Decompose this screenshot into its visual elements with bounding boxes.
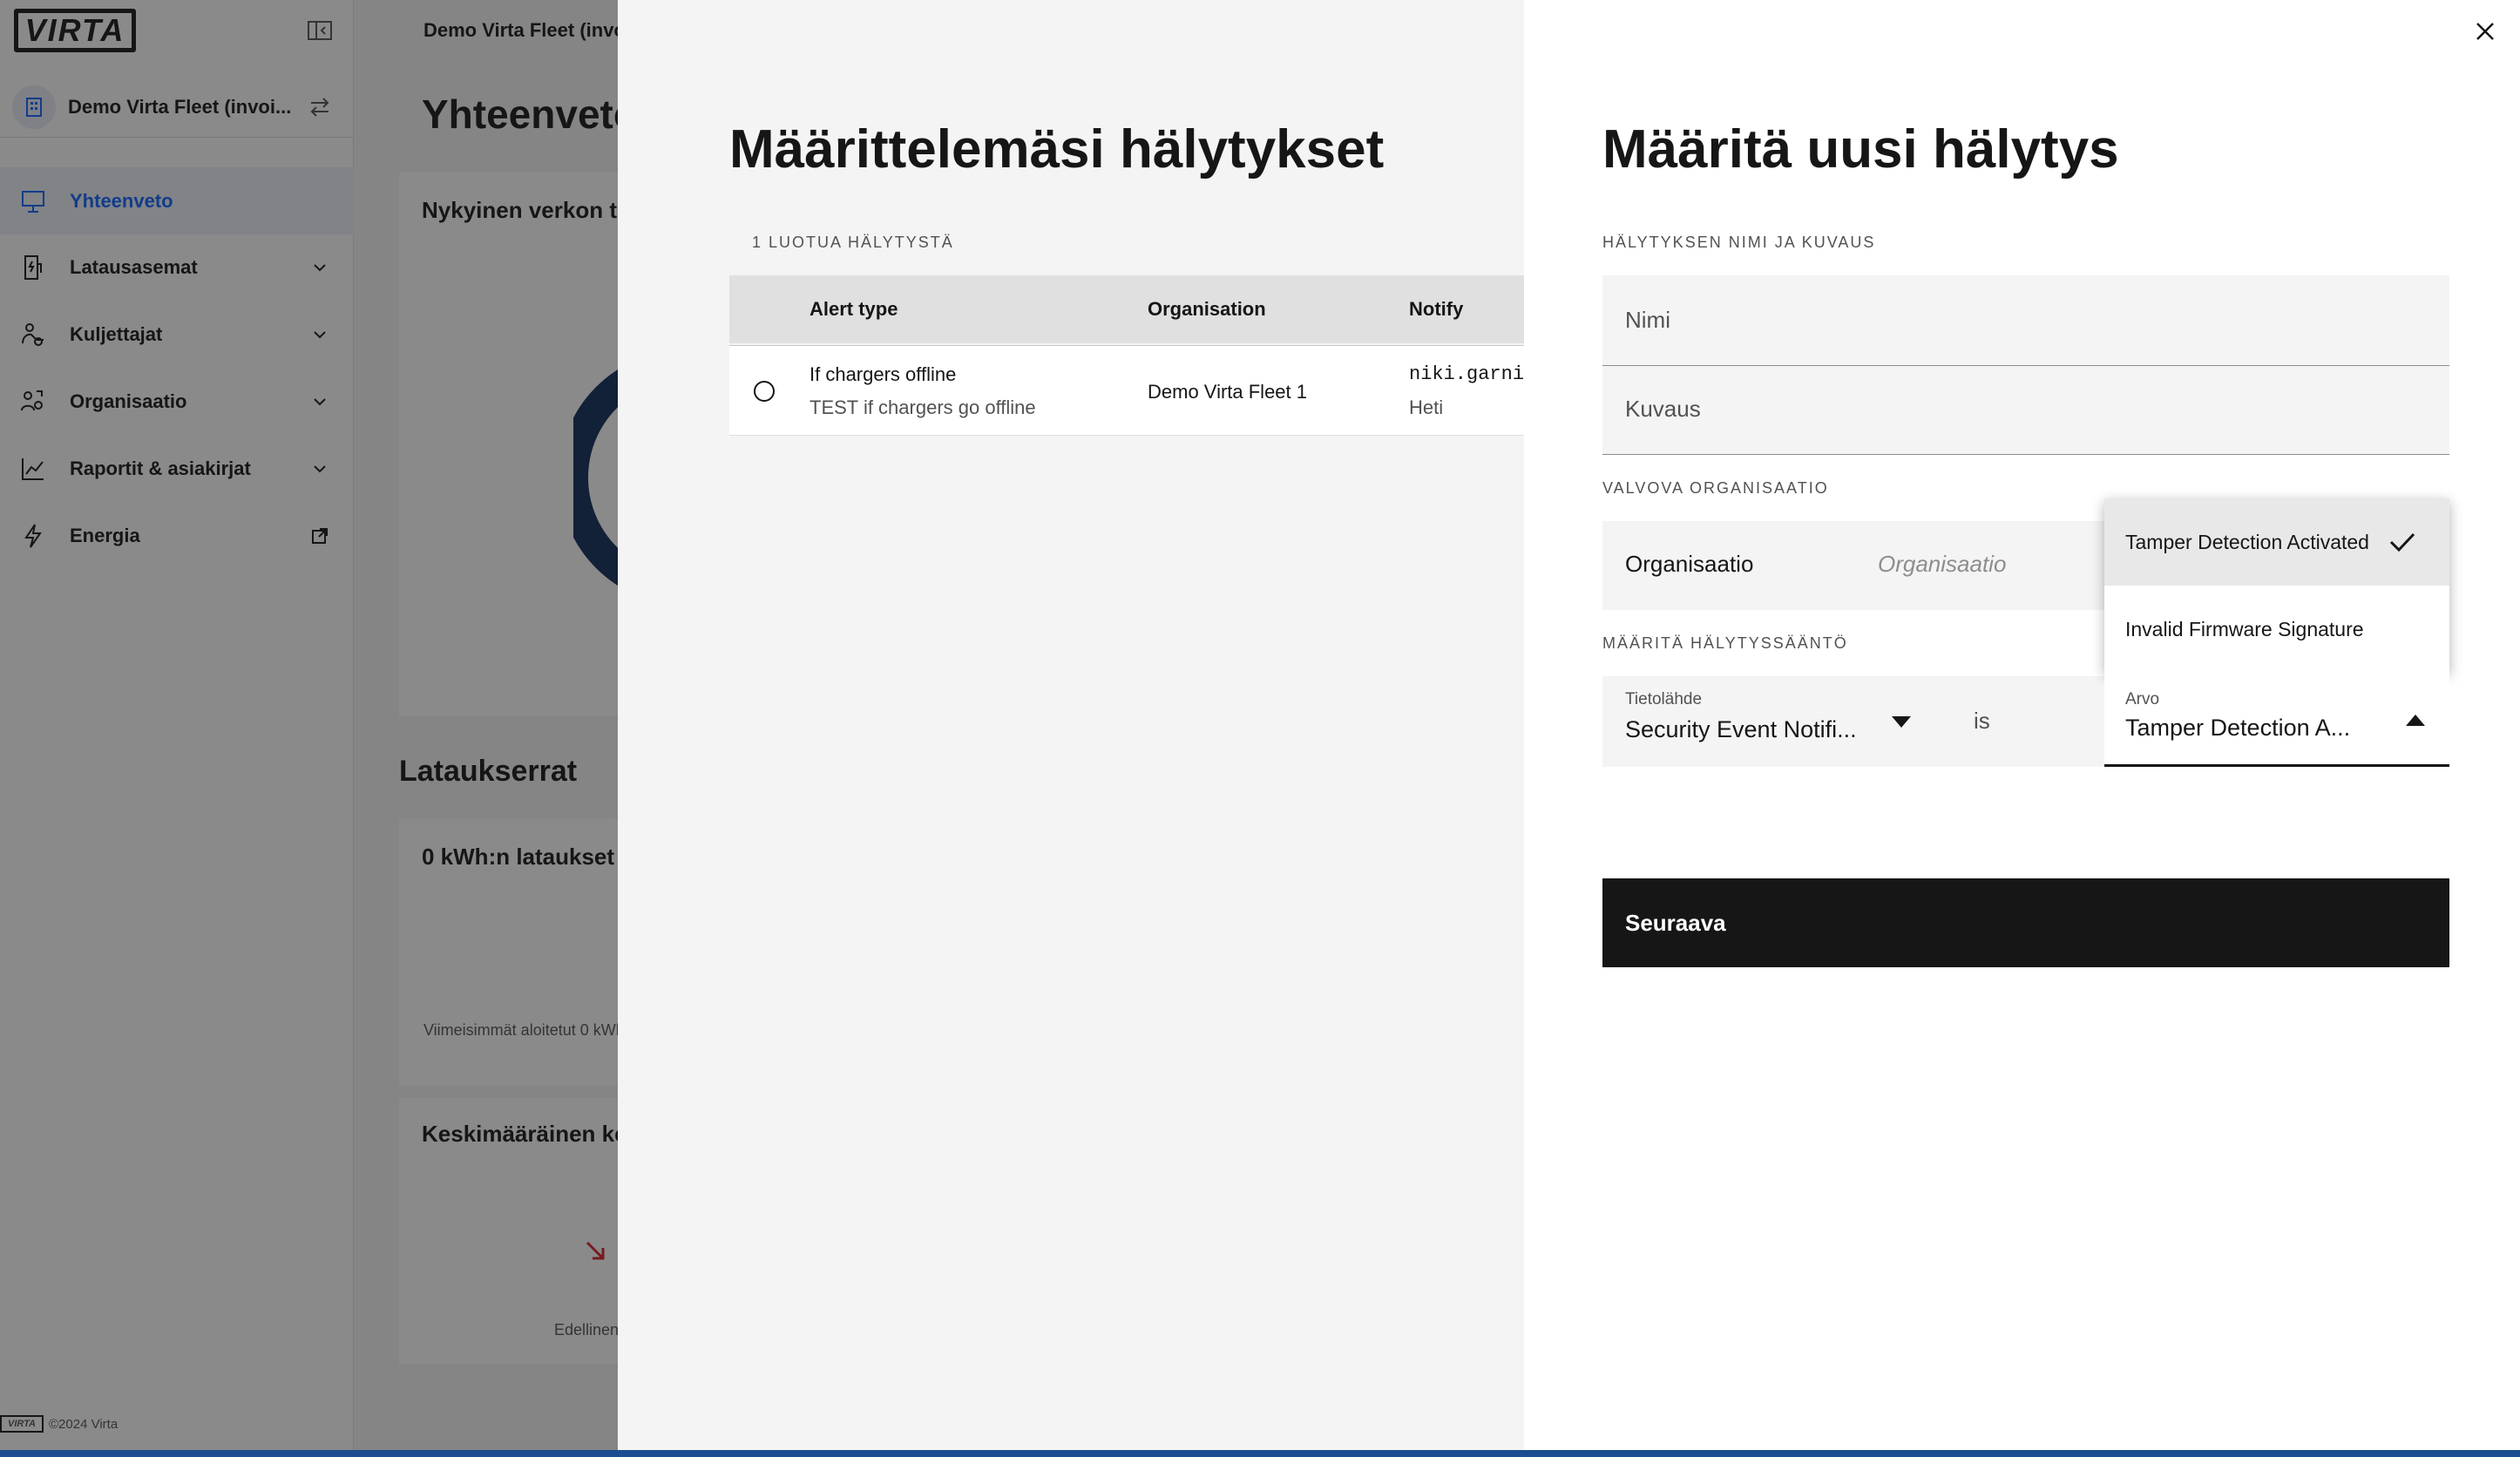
notify-timing-cell: Heti xyxy=(1409,396,1444,418)
value-dropdown-menu: Tamper Detection Activated Invalid Firmw… xyxy=(2104,498,2449,673)
option-label: Invalid Firmware Signature xyxy=(2125,617,2364,640)
source-label: Tietolähde xyxy=(1625,690,1703,708)
value-select[interactable]: Arvo Tamper Detection A... xyxy=(2104,673,2449,767)
caret-down-icon xyxy=(1892,716,1911,728)
name-field[interactable]: Nimi xyxy=(1602,275,2449,366)
organisation-label: Organisaatio xyxy=(1625,551,1754,577)
alert-type-cell: If chargers offline xyxy=(810,363,957,385)
column-notify: Notify xyxy=(1409,298,1464,320)
alerts-count: 1 LUOTUA HÄLYTYSTÄ xyxy=(752,234,954,251)
section-name-label: HÄLYTYKSEN NIMI JA KUVAUS xyxy=(1602,234,1876,251)
description-placeholder: Kuvaus xyxy=(1625,396,1701,422)
alerts-list-panel: Määrittelemäsi hälytykset 1 LUOTUA HÄLYT… xyxy=(618,0,1524,1457)
column-alert-type: Alert type xyxy=(810,298,898,320)
dropdown-option-tamper[interactable]: Tamper Detection Activated xyxy=(2104,498,2449,586)
source-select[interactable]: Tietolähde Security Event Notifi... xyxy=(1602,676,1951,767)
row-radio[interactable] xyxy=(754,381,775,402)
notify-email-cell: niki.garnier@virta.global xyxy=(1409,363,1524,385)
table-row[interactable]: If chargers offline TEST if chargers go … xyxy=(729,345,1524,436)
option-label: Tamper Detection Activated xyxy=(2125,530,2369,553)
next-button-label: Seuraava xyxy=(1625,910,1726,936)
column-organisation: Organisation xyxy=(1148,298,1266,320)
alerts-heading: Määrittelemäsi hälytykset xyxy=(729,119,1385,180)
name-placeholder: Nimi xyxy=(1625,307,1670,333)
bottom-accent-strip xyxy=(0,1450,2520,1457)
source-value: Security Event Notifi... xyxy=(1625,716,1857,742)
section-rule-label: MÄÄRITÄ HÄLYTYSSÄÄNTÖ xyxy=(1602,634,1848,652)
next-button[interactable]: Seuraava xyxy=(1602,878,2449,967)
checkmark-icon xyxy=(2389,532,2415,552)
organisation-cell: Demo Virta Fleet 1 xyxy=(1148,381,1308,403)
new-alert-panel: Määritä uusi hälytys HÄLYTYKSEN NIMI JA … xyxy=(1524,0,2520,1450)
description-field[interactable]: Kuvaus xyxy=(1602,366,2449,455)
alert-description-cell: TEST if chargers go offline xyxy=(810,396,1036,418)
operator-text: is xyxy=(1974,708,1990,734)
value-selected: Tamper Detection A... xyxy=(2125,715,2351,741)
caret-up-icon xyxy=(2406,715,2425,726)
close-icon[interactable] xyxy=(2469,16,2501,47)
organisation-placeholder: Organisaatio xyxy=(1878,551,2007,577)
new-alert-heading: Määritä uusi hälytys xyxy=(1602,119,2119,180)
section-org-label: VALVOVA ORGANISAATIO xyxy=(1602,479,1829,497)
alerts-table-header: Alert type Organisation Notify xyxy=(729,275,1524,343)
value-label: Arvo xyxy=(2125,690,2160,708)
dropdown-option-firmware[interactable]: Invalid Firmware Signature xyxy=(2104,586,2449,673)
